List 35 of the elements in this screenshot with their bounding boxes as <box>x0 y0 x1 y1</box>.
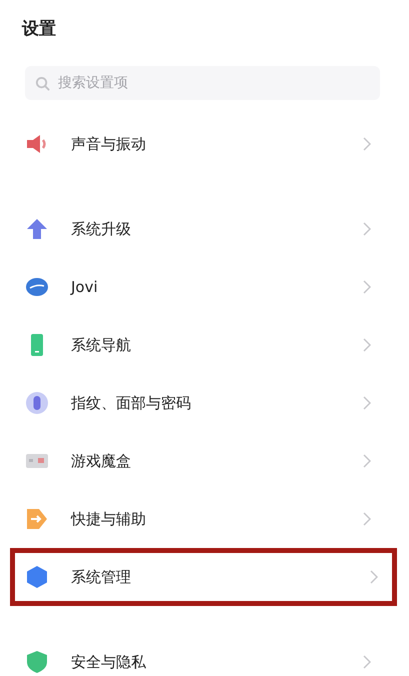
settings-item[interactable]: 指纹、面部与密码 <box>0 374 402 432</box>
settings-item[interactable]: 系统升级 <box>0 200 402 258</box>
chevron-icon <box>363 512 371 526</box>
chevron-icon <box>363 338 371 352</box>
item-label: 游戏魔盒 <box>71 452 132 470</box>
settings-item[interactable]: 安全与隐私 <box>0 633 402 676</box>
settings-item[interactable]: 系统管理 <box>10 548 397 606</box>
item-label: 系统升级 <box>71 220 132 238</box>
item-label: 快捷与辅助 <box>71 510 147 528</box>
settings-item[interactable]: 系统导航 <box>0 316 402 374</box>
chevron-icon <box>363 222 371 236</box>
up-arrow-icon <box>25 217 49 241</box>
settings-item[interactable]: Jovi <box>0 258 402 316</box>
item-label: Jovi <box>71 278 99 296</box>
item-label: 系统管理 <box>71 568 132 586</box>
arrow-tag-icon <box>25 507 49 531</box>
search-field[interactable]: 搜索设置项 <box>25 66 380 100</box>
chevron-icon <box>370 570 378 584</box>
blob-icon <box>25 275 49 299</box>
chevron-icon <box>363 396 371 410</box>
fingerprint-icon <box>25 391 49 415</box>
item-label: 声音与振动 <box>71 134 147 154</box>
item-label: 系统导航 <box>71 336 132 354</box>
settings-item[interactable]: 声音与振动 <box>0 115 402 173</box>
settings-item[interactable]: 快捷与辅助 <box>0 490 402 548</box>
item-label: 指纹、面部与密码 <box>71 394 192 412</box>
chevron-icon <box>363 280 371 294</box>
chevron-icon <box>363 137 371 151</box>
hexagon-icon <box>25 565 49 589</box>
shield-icon <box>25 650 49 674</box>
chevron-icon <box>363 655 371 669</box>
page-title: 设置 <box>20 18 57 41</box>
item-label: 安全与隐私 <box>71 652 147 672</box>
settings-item[interactable]: 游戏魔盒 <box>0 432 402 490</box>
chevron-icon <box>363 454 371 468</box>
